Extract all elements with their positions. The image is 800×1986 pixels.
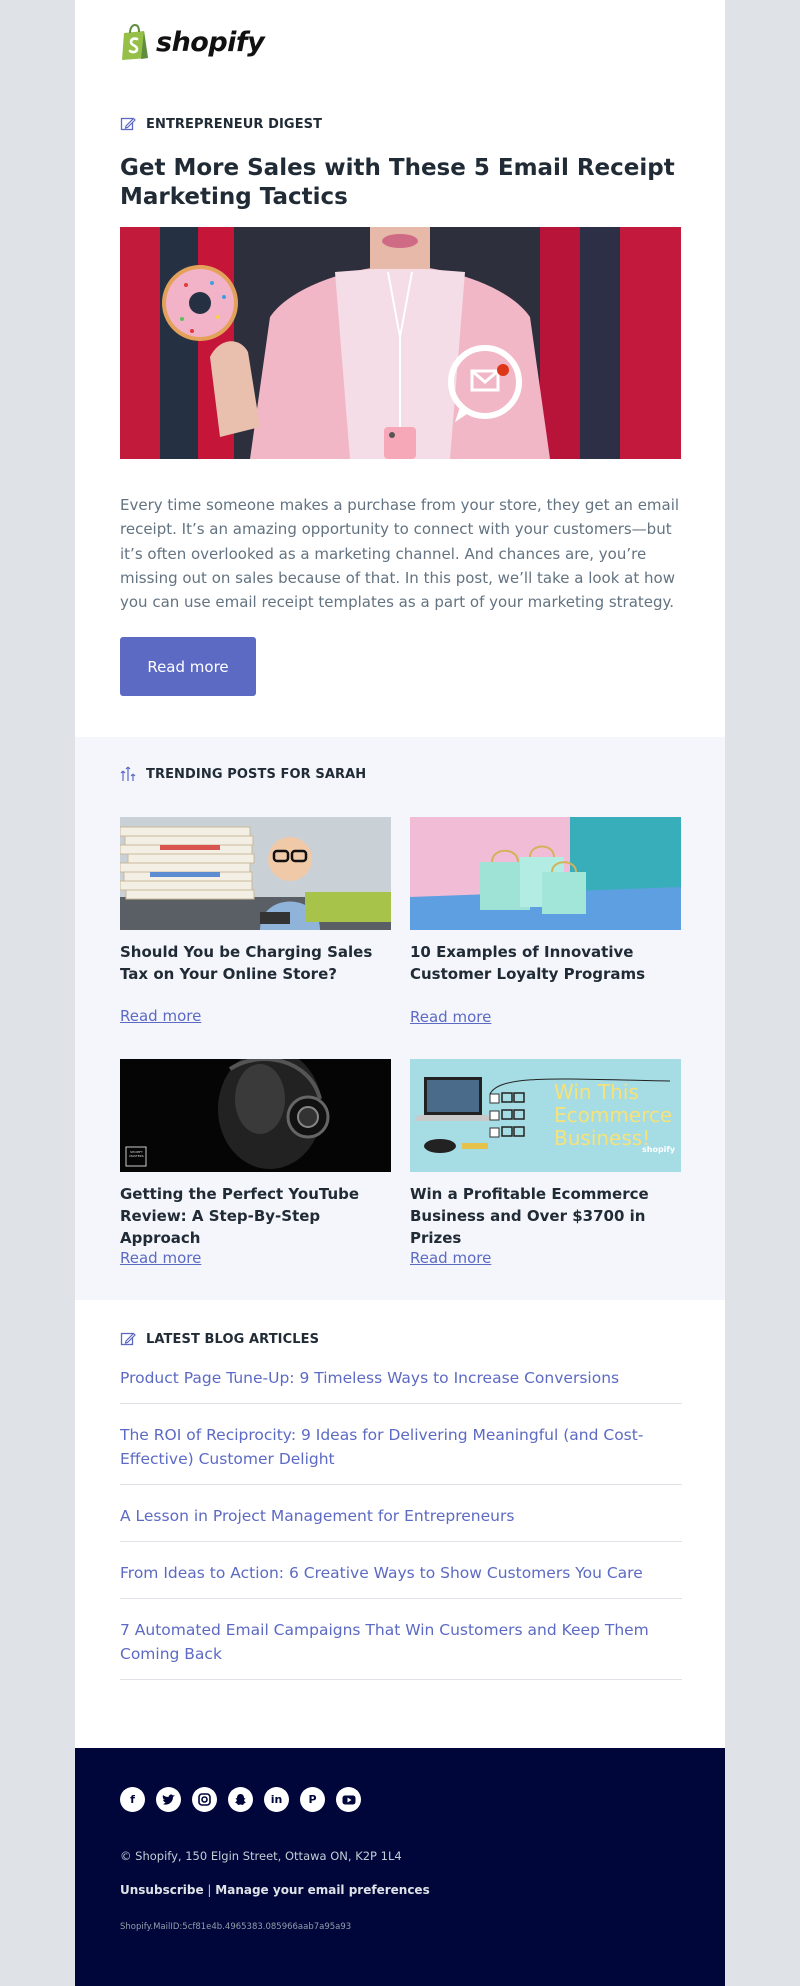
pencil-note-icon bbox=[120, 1332, 136, 1346]
card-title[interactable]: Win a Profitable Ecommerce Business and … bbox=[410, 1183, 681, 1249]
card-title[interactable]: Should You be Charging Sales Tax on Your… bbox=[120, 941, 391, 985]
article-link[interactable]: The ROI of Reciprocity: 9 Ideas for Deli… bbox=[120, 1423, 682, 1485]
snapchat-icon[interactable] bbox=[228, 1787, 253, 1812]
pencil-note-icon bbox=[120, 117, 136, 131]
trending-card[interactable]: Win This Ecommerce Business! shopify Win… bbox=[410, 1059, 681, 1267]
shopify-bag-icon bbox=[122, 24, 148, 60]
card-promo-text: Win This Ecommerce Business! bbox=[554, 1080, 673, 1150]
trending-card[interactable]: SHOPIFY MASTERS Getting the Perfect YouT… bbox=[120, 1059, 391, 1267]
card-image-youtube[interactable]: SHOPIFY MASTERS bbox=[120, 1059, 391, 1172]
email-preferences-link[interactable]: Manage your email preferences bbox=[215, 1883, 429, 1897]
youtube-icon[interactable] bbox=[336, 1787, 361, 1812]
trending-label: TRENDING POSTS FOR SARAH bbox=[120, 766, 366, 782]
pinterest-icon[interactable]: P bbox=[300, 1787, 325, 1812]
card-read-more-link[interactable]: Read more bbox=[120, 1249, 201, 1267]
card-read-more-link[interactable]: Read more bbox=[410, 1008, 491, 1026]
article-link[interactable]: Product Page Tune-Up: 9 Timeless Ways to… bbox=[120, 1366, 682, 1404]
hero-image[interactable] bbox=[120, 227, 681, 459]
footer-separator: | bbox=[207, 1883, 212, 1897]
trending-card[interactable]: Should You be Charging Sales Tax on Your… bbox=[120, 817, 391, 1025]
footer-links: Unsubscribe | Manage your email preferen… bbox=[120, 1883, 430, 1897]
hero-body-text: Every time someone makes a purchase from… bbox=[120, 496, 680, 612]
logo-wordmark: shopify bbox=[156, 26, 265, 58]
facebook-icon[interactable]: f bbox=[120, 1787, 145, 1812]
card-read-more-link[interactable]: Read more bbox=[410, 1249, 491, 1267]
twitter-icon[interactable] bbox=[156, 1787, 181, 1812]
latest-articles-list: Product Page Tune-Up: 9 Timeless Ways to… bbox=[120, 1366, 682, 1699]
trending-arrow-icon bbox=[120, 766, 136, 781]
article-link[interactable]: From Ideas to Action: 6 Creative Ways to… bbox=[120, 1561, 682, 1599]
trending-section: TRENDING POSTS FOR SARAH Should You be C… bbox=[75, 737, 725, 1300]
card-badge: SHOPIFY MASTERS bbox=[129, 1150, 144, 1158]
article-link[interactable]: 7 Automated Email Campaigns That Win Cus… bbox=[120, 1618, 682, 1680]
entrepreneur-digest-label: ENTREPRENEUR DIGEST bbox=[120, 116, 322, 132]
card-title[interactable]: 10 Examples of Innovative Customer Loyal… bbox=[410, 941, 681, 985]
section-label-text: TRENDING POSTS FOR SARAH bbox=[146, 766, 367, 782]
shopify-logo[interactable]: shopify bbox=[120, 24, 265, 60]
trending-card[interactable]: 10 Examples of Innovative Customer Loyal… bbox=[410, 817, 681, 1026]
email-body: shopify ENTREPRENEUR DIGEST Get More Sal… bbox=[75, 0, 725, 1986]
footer: f in P © Shopify, 150 Elgin Street, Otta… bbox=[75, 1748, 725, 1986]
linkedin-icon[interactable]: in bbox=[264, 1787, 289, 1812]
card-title[interactable]: Getting the Perfect YouTube Review: A St… bbox=[120, 1183, 391, 1249]
read-more-button[interactable]: Read more bbox=[120, 637, 256, 696]
card-image-tax[interactable] bbox=[120, 817, 391, 930]
social-links: f in P bbox=[120, 1787, 372, 1812]
unsubscribe-link[interactable]: Unsubscribe bbox=[120, 1883, 204, 1897]
card-image-ecommerce-contest[interactable]: Win This Ecommerce Business! shopify bbox=[410, 1059, 681, 1172]
mail-id: Shopify.MailID:5cf81e4b.4965383.085966aa… bbox=[120, 1922, 352, 1932]
article-link[interactable]: A Lesson in Project Management for Entre… bbox=[120, 1504, 682, 1542]
footer-address: © Shopify, 150 Elgin Street, Ottawa ON, … bbox=[120, 1849, 402, 1863]
section-label-text: LATEST BLOG ARTICLES bbox=[146, 1331, 320, 1347]
card-promo-brand: shopify bbox=[642, 1145, 676, 1154]
hero-title[interactable]: Get More Sales with These 5 Email Receip… bbox=[120, 154, 680, 212]
section-label-text: ENTREPRENEUR DIGEST bbox=[146, 116, 323, 132]
latest-articles-label: LATEST BLOG ARTICLES bbox=[120, 1331, 319, 1347]
instagram-icon[interactable] bbox=[192, 1787, 217, 1812]
card-read-more-link[interactable]: Read more bbox=[120, 1007, 201, 1025]
card-image-loyalty[interactable] bbox=[410, 817, 681, 930]
